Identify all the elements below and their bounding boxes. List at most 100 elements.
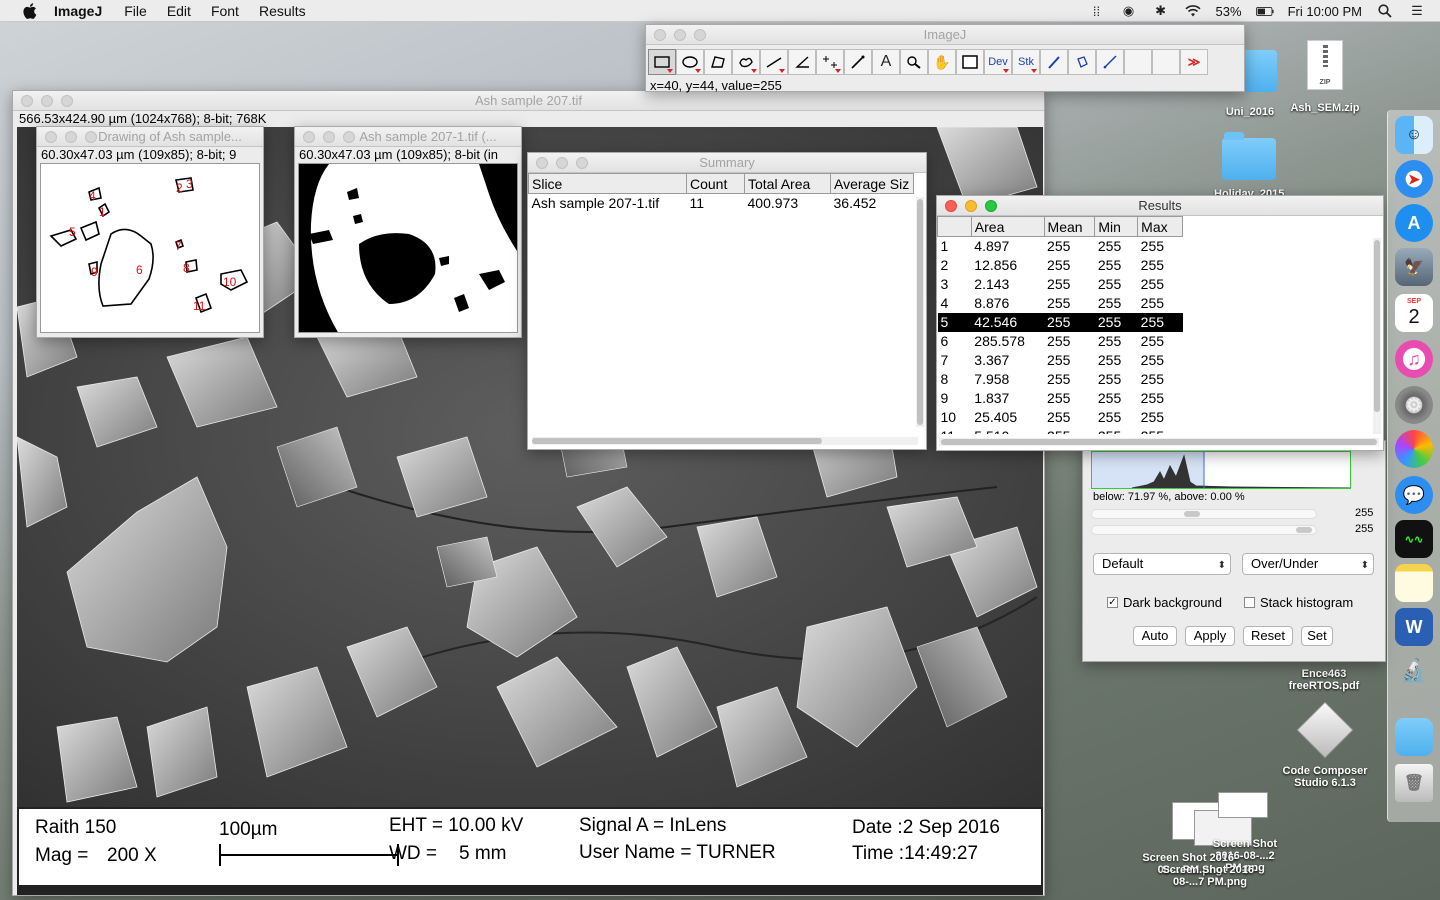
- table-row[interactable]: 2 12.856 255 255 255: [937, 255, 1183, 275]
- rectangle-tool-icon[interactable]: [648, 49, 676, 75]
- minimize-button[interactable]: [41, 95, 53, 107]
- apple-menu-icon[interactable]: [20, 0, 40, 22]
- column-header[interactable]: Average Siz: [830, 173, 914, 194]
- magnifier-tool-icon[interactable]: [900, 49, 928, 75]
- column-header[interactable]: Max: [1137, 216, 1183, 237]
- polygon-tool-icon[interactable]: [704, 49, 732, 75]
- dev-menu-button[interactable]: Dev: [984, 49, 1012, 75]
- close-button[interactable]: [654, 29, 666, 41]
- system-preferences-icon[interactable]: ⚙: [1395, 386, 1433, 424]
- battery-icon[interactable]: [1255, 4, 1274, 18]
- flood-fill-icon[interactable]: [1068, 49, 1096, 75]
- drawing-window-titlebar[interactable]: Drawing of Ash sample...: [37, 127, 263, 147]
- hand-tool-icon[interactable]: ✋: [928, 49, 956, 75]
- stack-histogram-checkbox[interactable]: Stack histogram: [1244, 595, 1353, 610]
- microscope-icon[interactable]: 🔬: [1395, 652, 1433, 690]
- angle-tool-icon[interactable]: [788, 49, 816, 75]
- bluetooth-icon[interactable]: ✱: [1152, 3, 1170, 18]
- table-row[interactable]: 4 8.876 255 255 255: [937, 293, 1183, 313]
- more-tools-icon[interactable]: ≫: [1180, 49, 1208, 75]
- empty-tool-slot[interactable]: [1152, 49, 1180, 75]
- wand-tool-icon[interactable]: [844, 49, 872, 75]
- column-header[interactable]: Slice: [528, 173, 687, 194]
- min-threshold-slider[interactable]: [1091, 509, 1317, 519]
- zoom-button[interactable]: [694, 29, 706, 41]
- table-row[interactable]: Ash sample 207-1.tif 11 400.973 36.452: [529, 194, 914, 213]
- drawing-canvas[interactable]: 2 3 4 5 6 7 8 9 10 11 1: [40, 163, 260, 333]
- photos-icon[interactable]: [1395, 430, 1433, 468]
- messages-icon[interactable]: 💬: [1395, 476, 1433, 514]
- close-button[interactable]: [303, 131, 315, 143]
- multipoint-tool-icon[interactable]: [816, 49, 844, 75]
- itunes-icon[interactable]: ♫: [1395, 340, 1433, 378]
- minimize-button[interactable]: [965, 200, 977, 212]
- column-header[interactable]: Area: [970, 216, 1045, 237]
- summary-titlebar[interactable]: Summary: [528, 153, 926, 173]
- reset-button[interactable]: Reset: [1243, 626, 1293, 646]
- column-header[interactable]: Total Area: [744, 173, 831, 194]
- vertical-scrollbar[interactable]: [1373, 238, 1381, 434]
- color-picker-icon[interactable]: [956, 49, 984, 75]
- empty-tool-slot[interactable]: [1124, 49, 1152, 75]
- menu-font[interactable]: Font: [211, 3, 239, 19]
- max-threshold-slider[interactable]: [1091, 525, 1317, 535]
- results-titlebar[interactable]: Results: [937, 196, 1383, 216]
- horizontal-scrollbar[interactable]: [532, 437, 918, 445]
- word-icon[interactable]: W: [1395, 608, 1433, 646]
- stk-menu-button[interactable]: Stk: [1012, 49, 1040, 75]
- mode-select[interactable]: Over/Under ⬍: [1242, 553, 1374, 575]
- minimize-button[interactable]: [674, 29, 686, 41]
- column-header[interactable]: Min: [1094, 216, 1139, 237]
- table-row[interactable]: 9 1.837 255 255 255: [937, 388, 1183, 408]
- downloads-folder-icon[interactable]: [1395, 718, 1433, 756]
- column-header[interactable]: [937, 216, 972, 237]
- desktop-screenshots-stack[interactable]: Screen Shot 2016-08-...2 PM.png Screen S…: [1140, 790, 1290, 890]
- vertical-scrollbar[interactable]: [916, 197, 924, 427]
- minimize-button[interactable]: [556, 157, 568, 169]
- dark-background-checkbox[interactable]: ✓ Dark background: [1107, 595, 1222, 610]
- minimize-button[interactable]: [323, 131, 335, 143]
- activity-monitor-icon[interactable]: ∿∿: [1395, 520, 1433, 558]
- menu-results[interactable]: Results: [259, 3, 306, 19]
- zoom-button[interactable]: [576, 157, 588, 169]
- menu-app-name[interactable]: ImageJ: [54, 3, 102, 19]
- backup-icon[interactable]: ◉: [1120, 3, 1138, 18]
- zoom-button[interactable]: [61, 95, 73, 107]
- menu-edit[interactable]: Edit: [167, 3, 191, 19]
- column-header[interactable]: Mean: [1043, 216, 1096, 237]
- binary-window-titlebar[interactable]: Ash sample 207-1.tif (...: [295, 127, 521, 147]
- menu-file[interactable]: File: [124, 3, 147, 19]
- app-store-icon[interactable]: A: [1395, 204, 1433, 242]
- apply-button[interactable]: Apply: [1185, 626, 1235, 646]
- horizontal-scrollbar[interactable]: [939, 438, 1379, 446]
- finder-icon[interactable]: ☺: [1395, 116, 1433, 154]
- table-row[interactable]: 7 3.367 255 255 255: [937, 350, 1183, 370]
- table-row[interactable]: 8 7.958 255 255 255: [937, 369, 1183, 389]
- slider-thumb[interactable]: [1184, 511, 1200, 517]
- method-select[interactable]: Default ⬍: [1093, 553, 1231, 575]
- notes-icon[interactable]: [1395, 564, 1433, 602]
- binary-canvas[interactable]: [298, 163, 518, 333]
- minimize-button[interactable]: [65, 131, 77, 143]
- desktop-file-ence463-pdf[interactable]: Ence463 freeRTOS.pdf: [1282, 668, 1366, 692]
- calendar-icon[interactable]: SEP 2: [1395, 294, 1433, 332]
- slider-thumb[interactable]: [1296, 527, 1312, 533]
- close-button[interactable]: [945, 200, 957, 212]
- table-row[interactable]: 6 285.578 255 255 255: [937, 331, 1183, 351]
- auto-button[interactable]: Auto: [1133, 626, 1177, 646]
- table-row[interactable]: 10 25.405 255 255 255: [937, 407, 1183, 427]
- zoom-button[interactable]: [343, 131, 355, 143]
- notification-center-icon[interactable]: ☰: [1408, 3, 1426, 18]
- spotlight-search-icon[interactable]: [1376, 4, 1394, 18]
- close-button[interactable]: [45, 131, 57, 143]
- table-row[interactable]: 1 4.897 255 255 255: [937, 236, 1183, 256]
- safari-icon[interactable]: ➤: [1395, 160, 1433, 198]
- table-row[interactable]: 115.510255255255: [937, 426, 1183, 434]
- set-button[interactable]: Set: [1301, 626, 1333, 646]
- clock[interactable]: Fri 10:00 PM: [1288, 4, 1362, 19]
- desktop-file-ash-sem-zip[interactable]: ZIP Ash_SEM.zip: [1290, 40, 1360, 114]
- zoom-button[interactable]: [985, 200, 997, 212]
- desktop-folder-holiday[interactable]: Holiday_2015: [1214, 132, 1284, 200]
- table-row[interactable]: 3 2.143 255 255 255: [937, 274, 1183, 294]
- desktop-app-code-composer[interactable]: Code Composer Studio 6.1.3: [1280, 701, 1370, 789]
